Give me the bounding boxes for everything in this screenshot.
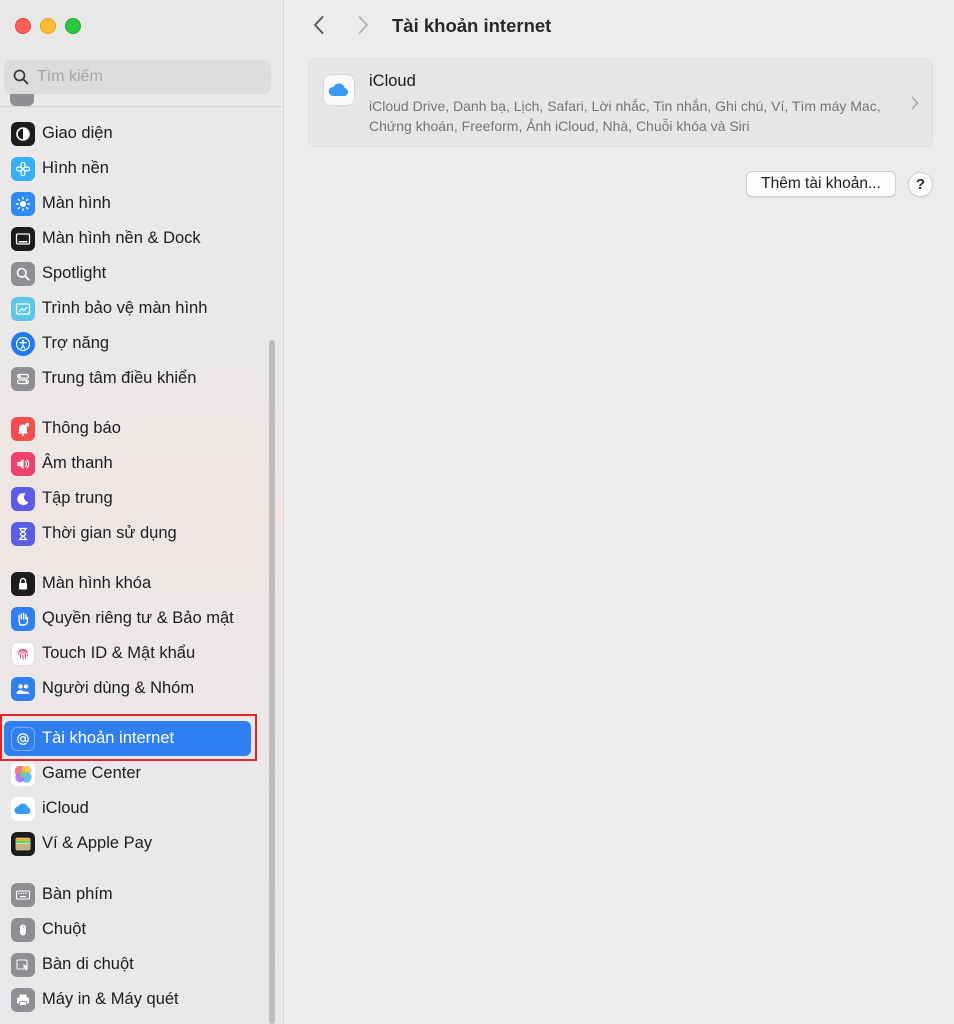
search-icon xyxy=(13,69,29,85)
sidebar: Giao diện Hình nền Màn hình Màn hình nền… xyxy=(0,0,284,1024)
scrolled-item-icon xyxy=(10,94,34,106)
account-services: iCloud Drive, Danh bạ, Lịch, Safari, Lời… xyxy=(369,98,881,134)
sidebar-item-label: Chuột xyxy=(42,920,87,938)
sidebar-item-label: Game Center xyxy=(42,764,142,782)
page-title: Tài khoản internet xyxy=(392,15,552,36)
sidebar-item-accessibility[interactable]: Trợ năng xyxy=(4,326,251,361)
sidebar-item-label: Bàn phím xyxy=(42,885,113,903)
sidebar-item-label: Giao diện xyxy=(42,124,113,142)
sidebar-item-spotlight[interactable]: Spotlight xyxy=(4,256,251,291)
sidebar-item-desktop-dock[interactable]: Màn hình nền & Dock xyxy=(4,221,251,256)
add-account-button[interactable]: Thêm tài khoản... xyxy=(746,171,896,197)
sidebar-item-label: Trung tâm điều khiển xyxy=(42,369,197,387)
sidebar-item-game-center[interactable]: Game Center xyxy=(4,756,251,791)
sidebar-item-appearance[interactable]: Giao diện xyxy=(4,116,251,151)
sidebar-item-icloud[interactable]: iCloud xyxy=(4,791,251,826)
icloud-account-row[interactable]: iCloud iCloud Drive, Danh bạ, Lịch, Safa… xyxy=(308,58,933,147)
search-field[interactable] xyxy=(4,60,271,94)
users-icon xyxy=(11,676,35,701)
sidebar-item-mouse[interactable]: Chuột xyxy=(4,912,251,947)
sidebar-item-control-center[interactable]: Trung tâm điều khiển xyxy=(4,361,251,396)
icloud-icon xyxy=(323,74,355,106)
sidebar-scrollbar[interactable] xyxy=(266,340,276,1024)
sidebar-item-label: Quyền riêng tư & Bảo mật xyxy=(42,609,234,627)
back-button[interactable] xyxy=(308,14,330,36)
help-button[interactable]: ? xyxy=(908,172,933,197)
sidebar-item-label: Máy in & Máy quét xyxy=(42,990,179,1008)
sidebar-item-label: iCloud xyxy=(42,799,89,817)
display-sun-icon xyxy=(11,191,35,216)
divider xyxy=(0,106,283,107)
sidebar-item-label: Màn hình khóa xyxy=(42,574,152,592)
wallpaper-flower-icon xyxy=(11,156,35,181)
sidebar-item-screensaver[interactable]: Trình bảo vệ màn hình xyxy=(4,291,251,326)
sidebar-item-users-groups[interactable]: Người dùng & Nhóm xyxy=(4,671,251,706)
sidebar-item-label: Bàn di chuột xyxy=(42,955,134,973)
lock-icon xyxy=(11,571,35,596)
printer-icon xyxy=(11,987,35,1012)
sidebar-item-notifications[interactable]: Thông báo xyxy=(4,411,251,446)
wallet-icon xyxy=(11,831,35,856)
cloud-icon xyxy=(11,796,35,821)
magnifier-icon xyxy=(11,261,35,286)
sidebar-item-keyboard[interactable]: Bàn phím xyxy=(4,877,251,912)
sidebar-item-label: Ví & Apple Pay xyxy=(42,834,153,852)
highlight-annotation-box xyxy=(0,714,257,761)
search-input[interactable] xyxy=(35,67,239,87)
hand-icon xyxy=(11,606,35,631)
sidebar-item-label: Người dùng & Nhóm xyxy=(42,679,195,697)
window-controls xyxy=(15,18,81,34)
sidebar-item-label: Màn hình nền & Dock xyxy=(42,229,201,247)
main-content: Tài khoản internet iCloud iCloud Drive, … xyxy=(284,0,954,1024)
sidebar-item-label: Tập trung xyxy=(42,489,113,507)
sidebar-item-label: Hình nền xyxy=(42,159,109,177)
chevron-right-icon xyxy=(358,16,368,34)
sidebar-item-touch-id[interactable]: Touch ID & Mật khẩu xyxy=(4,636,251,671)
mouse-icon xyxy=(11,917,35,942)
zoom-window-button[interactable] xyxy=(65,18,81,34)
accessibility-icon xyxy=(11,331,35,356)
sidebar-item-label: Âm thanh xyxy=(42,454,113,472)
hourglass-icon xyxy=(11,521,35,546)
appearance-icon xyxy=(11,121,35,146)
sidebar-item-label: Màn hình xyxy=(42,194,111,212)
sidebar-item-display[interactable]: Màn hình xyxy=(4,186,251,221)
sidebar-item-label: Touch ID & Mật khẩu xyxy=(42,644,196,662)
screensaver-icon xyxy=(11,296,35,321)
sidebar-item-label: Trợ năng xyxy=(42,334,110,352)
minimize-window-button[interactable] xyxy=(40,18,56,34)
sidebar-item-label: Thời gian sử dụng xyxy=(42,524,177,542)
scrollbar-thumb[interactable] xyxy=(269,340,275,1024)
sidebar-item-label: Spotlight xyxy=(42,264,107,282)
moon-icon xyxy=(11,486,35,511)
sidebar-item-lock-screen[interactable]: Màn hình khóa xyxy=(4,566,251,601)
sidebar-item-printers-scanners[interactable]: Máy in & Máy quét xyxy=(4,982,251,1017)
sidebar-item-trackpad[interactable]: Bàn di chuột xyxy=(4,947,251,982)
fingerprint-icon xyxy=(11,641,35,666)
sidebar-item-privacy-security[interactable]: Quyền riêng tư & Bảo mật xyxy=(4,601,251,636)
sidebar-item-sound[interactable]: Âm thanh xyxy=(4,446,251,481)
sidebar-item-label: Trình bảo vệ màn hình xyxy=(42,299,208,317)
speaker-icon xyxy=(11,451,35,476)
trackpad-icon xyxy=(11,952,35,977)
close-window-button[interactable] xyxy=(15,18,31,34)
chevron-left-icon xyxy=(314,16,324,34)
sidebar-item-focus[interactable]: Tập trung xyxy=(4,481,251,516)
forward-button[interactable] xyxy=(352,14,374,36)
control-center-icon xyxy=(11,366,35,391)
keyboard-icon xyxy=(11,882,35,907)
game-center-icon xyxy=(11,761,35,786)
sidebar-item-label: Thông báo xyxy=(42,419,121,437)
desktop-dock-icon xyxy=(11,226,35,251)
sidebar-item-wallet[interactable]: Ví & Apple Pay xyxy=(4,826,251,861)
bell-icon xyxy=(11,416,35,441)
sidebar-item-screen-time[interactable]: Thời gian sử dụng xyxy=(4,516,251,551)
account-name: iCloud xyxy=(369,72,416,90)
sidebar-item-wallpaper[interactable]: Hình nền xyxy=(4,151,251,186)
chevron-right-icon xyxy=(911,96,919,110)
